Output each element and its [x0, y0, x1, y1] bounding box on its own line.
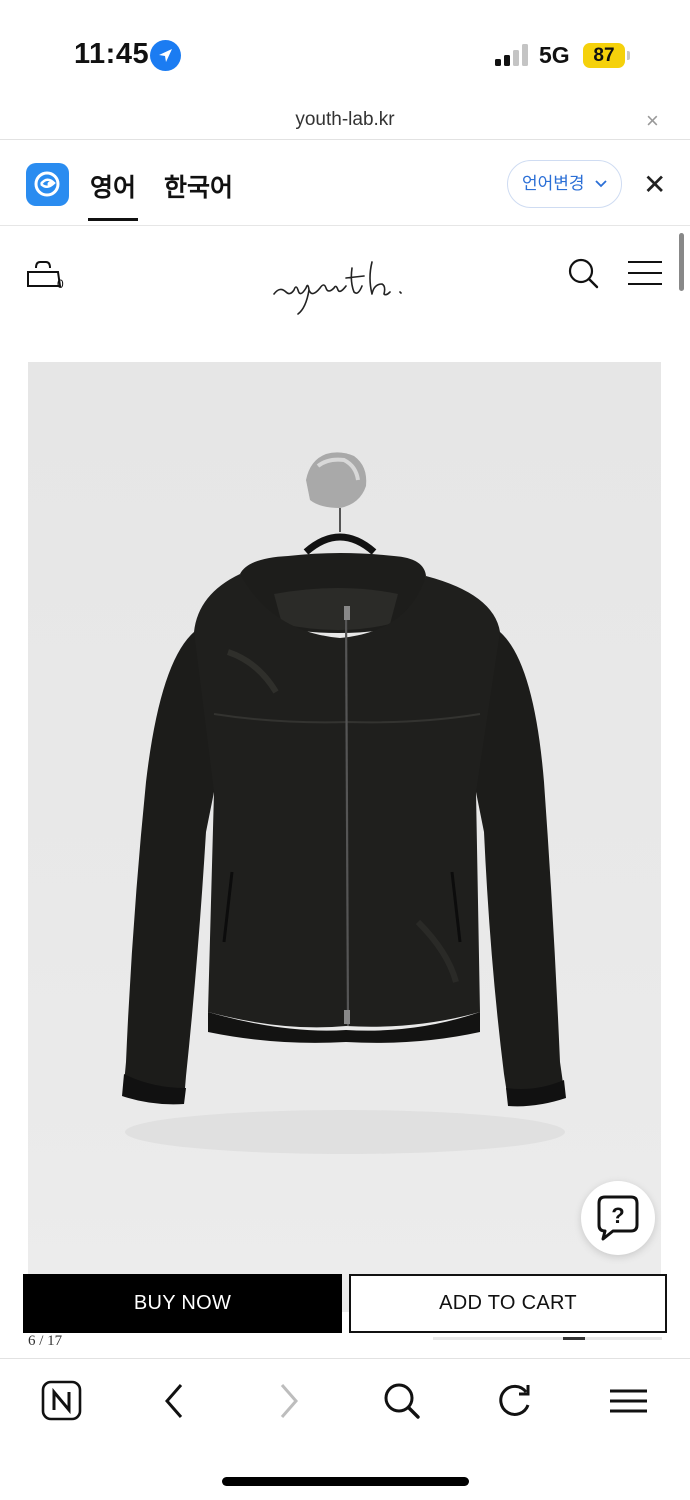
- url-close-button[interactable]: ×: [646, 108, 659, 134]
- cellular-signal-icon: [495, 44, 529, 66]
- image-progress-fill: [563, 1337, 585, 1340]
- page-scrollbar[interactable]: [679, 233, 684, 291]
- product-image[interactable]: [28, 362, 661, 1312]
- papago-icon[interactable]: [26, 163, 69, 206]
- youth-logo[interactable]: [268, 248, 420, 320]
- language-change-label: 언어변경: [522, 174, 585, 193]
- hamburger-menu-icon[interactable]: [626, 258, 664, 288]
- battery-tip: [627, 51, 630, 60]
- help-chat-button[interactable]: ?: [581, 1181, 655, 1255]
- battery-level: 87: [583, 43, 625, 68]
- url-domain[interactable]: youth-lab.kr: [0, 109, 690, 131]
- cart-count: 0: [57, 277, 64, 291]
- location-arrow-icon: [150, 40, 181, 71]
- language-change-button[interactable]: 언어변경: [507, 160, 622, 208]
- network-type: 5G: [539, 42, 570, 68]
- help-label: ?: [611, 1203, 624, 1228]
- search-icon[interactable]: [380, 1379, 424, 1423]
- chevron-down-icon: [595, 161, 607, 225]
- site-header: 0: [0, 226, 690, 326]
- browser-menu-icon[interactable]: [607, 1379, 651, 1423]
- browser-toolbar: [0, 1358, 690, 1446]
- translate-bar: 영어 한국어 언어변경 ✕: [0, 141, 690, 226]
- naver-home-icon[interactable]: [40, 1379, 84, 1423]
- image-counter: 6 / 17: [28, 1333, 63, 1349]
- status-bar: 11:45 5G 87: [0, 0, 690, 100]
- translate-close-button[interactable]: ✕: [643, 168, 666, 201]
- reload-icon[interactable]: [493, 1379, 537, 1423]
- add-to-cart-button[interactable]: ADD TO CART: [349, 1274, 667, 1333]
- status-time: 11:45: [74, 38, 150, 70]
- chevron-left-icon[interactable]: [153, 1379, 197, 1423]
- search-icon[interactable]: [566, 256, 600, 290]
- chevron-right-icon[interactable]: [266, 1379, 310, 1423]
- buy-now-button[interactable]: BUY NOW: [23, 1274, 342, 1333]
- image-progress-bar: [433, 1337, 662, 1340]
- tab-korean[interactable]: 한국어: [164, 168, 233, 204]
- home-indicator: [222, 1477, 469, 1486]
- tab-english[interactable]: 영어: [87, 168, 139, 221]
- url-bar[interactable]: youth-lab.kr ×: [0, 100, 690, 140]
